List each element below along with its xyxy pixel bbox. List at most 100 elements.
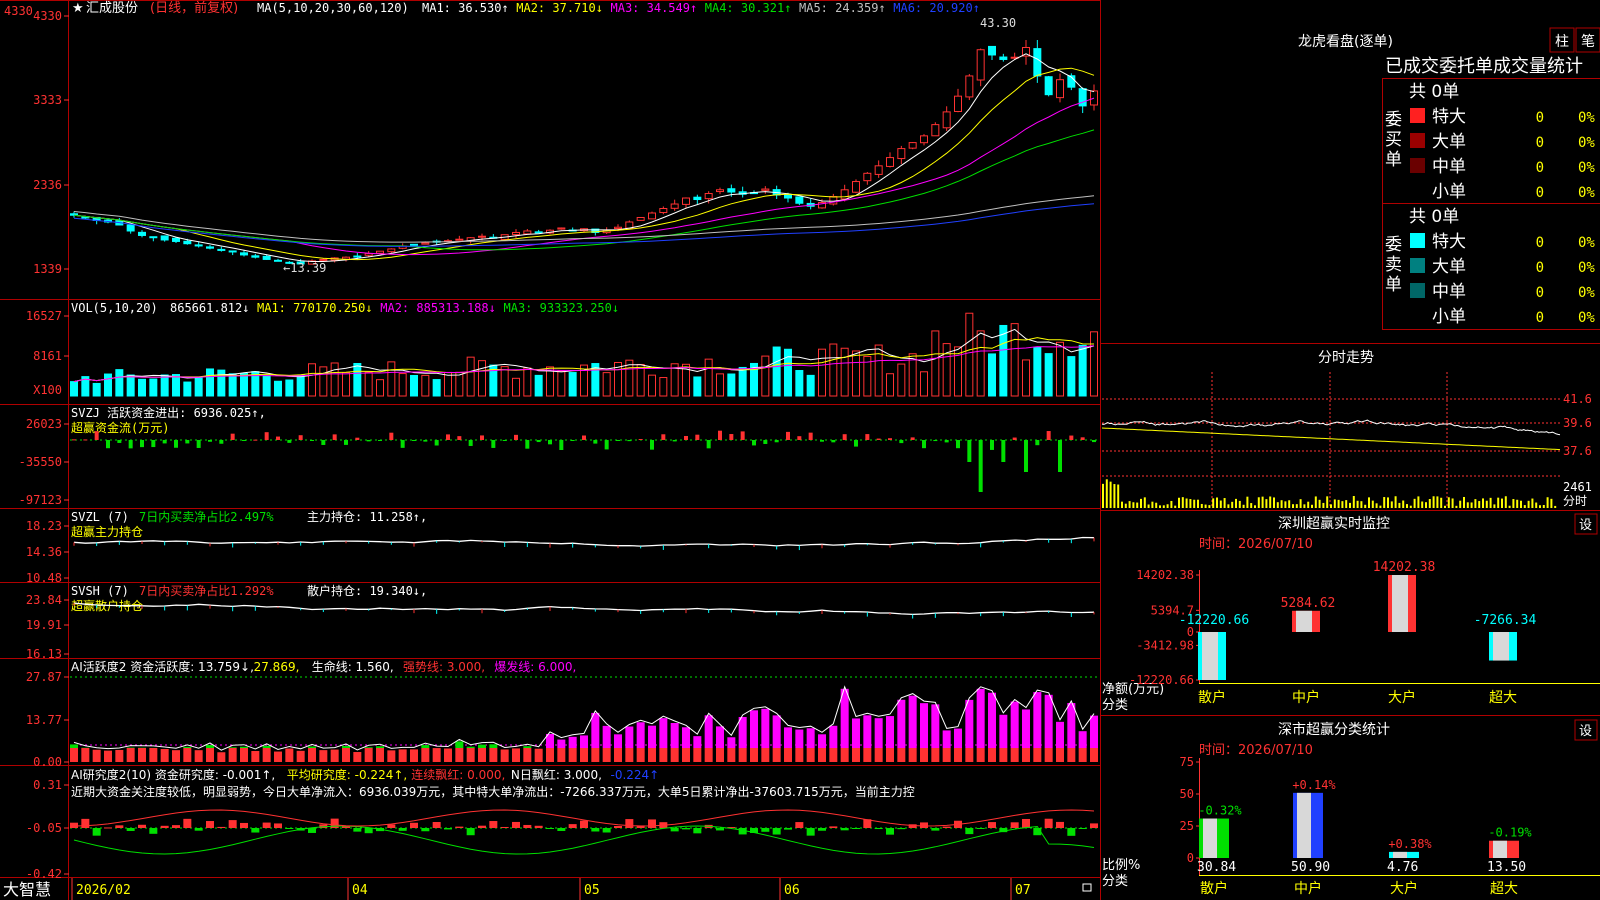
svzj-bar <box>72 439 76 441</box>
ai2-legend-item: 爆发线: 6.000, <box>494 659 576 674</box>
vol-title[interactable]: VOL(5,10,20) <box>71 301 158 315</box>
classify-bar-highlight <box>1493 840 1507 858</box>
ai2-base-bar <box>1044 748 1053 762</box>
ai2-top-bar <box>1078 731 1087 748</box>
candle-body <box>534 231 543 234</box>
lock-icon[interactable] <box>1082 883 1092 892</box>
ai-research-legend-item: 连续飘红: 0.000, <box>411 767 505 782</box>
lhb-row-pct: 0% <box>1578 185 1595 201</box>
ai2-base-bar <box>965 748 974 762</box>
vol-bar <box>999 324 1008 397</box>
candle-body <box>1044 76 1053 96</box>
intraday-vol-unit: 分时 <box>1563 494 1587 508</box>
lhb-row-pct: 0% <box>1578 310 1595 326</box>
ai2-top-bar <box>1090 715 1098 748</box>
svzj-bar <box>287 440 292 443</box>
svzj-bar <box>820 440 824 442</box>
svzl-panel-header: SVZL (7) 7日内买卖净占比2.497% 主力持仓: 11.258↑, 超… <box>71 509 427 539</box>
ai-research-header: AI研究度2(10) 资金研究度: -0.001↑, 平均研究度: -0.224↑… <box>71 767 659 782</box>
ai2-base-bar <box>557 748 566 762</box>
classify-change-label: -0.32% <box>1198 804 1242 818</box>
vol-bar <box>704 358 713 397</box>
classify-settings-label: 设 <box>1579 724 1592 739</box>
ai-research-bar <box>104 827 112 829</box>
ai-research-bar <box>421 828 430 832</box>
ai2-base-bar <box>398 749 407 762</box>
ai2-base-bar <box>353 752 362 762</box>
vol-bar <box>557 370 566 397</box>
main-panel-header: 4330 ★ 汇成股份 (日线，前复权) MA(5,10,20,30,60,12… <box>4 0 980 18</box>
svzj-bar <box>253 439 258 441</box>
ai2-base-bar <box>863 748 872 762</box>
svzj-bar <box>196 440 201 448</box>
svzj-bar <box>956 440 960 449</box>
ai2-base-bar <box>478 748 486 762</box>
svzj-bar <box>344 440 348 445</box>
monitor-settings-label: 设 <box>1579 518 1592 533</box>
svzj-bar <box>457 436 462 440</box>
ma-settings-label[interactable]: MA(5,10,20,30,60,120) <box>257 1 409 15</box>
ai-research-bar <box>920 822 928 828</box>
lhb-row-label: 小单 <box>1432 182 1466 202</box>
ma-line <box>73 195 1095 243</box>
svsh-title[interactable]: SVSH (7) <box>71 584 129 598</box>
lhb-tab-label[interactable]: 已成交委托单成交量统计 <box>1385 56 1583 77</box>
ai2-base-bar <box>489 748 498 762</box>
candle-body <box>840 189 849 200</box>
intraday-y-tick: 39.6 <box>1563 416 1592 430</box>
svzj-bar <box>174 440 178 448</box>
svzj-bar <box>106 440 110 449</box>
monitor-category: 散户 <box>1198 689 1226 706</box>
ai-research-bar <box>274 823 282 828</box>
ai2-base-bar <box>444 748 452 762</box>
y-tick-label: 14.36 <box>26 545 62 559</box>
candle-body <box>1090 90 1098 106</box>
legend-item: MA2: 37.710↓ <box>516 1 603 15</box>
candle-body <box>172 237 180 242</box>
lhb-row-label: 特大 <box>1432 232 1466 252</box>
ai-research-line-green <box>73 825 1095 855</box>
svzj-bar <box>480 435 484 440</box>
svzj-bar <box>468 440 473 446</box>
lhb-row-value: 0 <box>1536 285 1544 301</box>
candle-body <box>183 240 192 245</box>
svzl-title[interactable]: SVZL (7) <box>71 510 129 524</box>
classify-bar-highlight <box>1393 851 1407 858</box>
favorite-star-icon[interactable]: ★ <box>72 1 84 16</box>
buy-side-label: 委买单 <box>1385 110 1402 170</box>
lhb-row-label: 中单 <box>1432 157 1466 177</box>
ai2-legend-item: 生命线: 1.560, <box>312 659 394 674</box>
ai2-base-bar <box>172 750 180 762</box>
lhb-row-value: 0 <box>1536 135 1544 151</box>
y-tick-label: 13.77 <box>26 713 62 727</box>
vol-bar <box>942 343 951 397</box>
y-tick-label: 1339 <box>33 262 62 276</box>
vol-bar <box>364 371 373 397</box>
monitor-category: 中户 <box>1292 689 1320 706</box>
ai-research-legend-item: AI研究度2(10) 资金研究度: -0.001↑, <box>71 767 275 782</box>
svzj-bar <box>593 440 598 444</box>
ai2-top-bar <box>738 717 747 748</box>
classify-category: 散户 <box>1200 880 1228 897</box>
ai2-top-bar <box>489 744 498 748</box>
ai-research-bar <box>942 826 951 828</box>
ai-research-bar <box>353 828 362 832</box>
svzj-bar <box>786 431 790 440</box>
vol-bar <box>126 374 135 397</box>
period-note[interactable]: (日线，前复权) <box>150 0 238 16</box>
ai-research-bar <box>534 825 543 828</box>
lhb-row-value: 0 <box>1536 160 1544 176</box>
ai-research-bar <box>126 828 135 831</box>
intraday-grid <box>1102 372 1560 508</box>
svzj-bar <box>514 434 518 440</box>
ai2-top-bar <box>750 710 758 748</box>
side-label-char: 委 <box>1385 110 1402 130</box>
svzj-bar <box>774 440 779 443</box>
candle-body <box>886 157 894 167</box>
svzj-bar <box>264 432 269 440</box>
candle-body <box>931 124 940 137</box>
vol-bar <box>852 350 860 397</box>
ai2-base-bar <box>942 748 951 762</box>
candle-body <box>636 216 645 221</box>
svzj-title[interactable]: SVZJ 活跃资金进出: 6936.025↑, <box>71 405 266 420</box>
